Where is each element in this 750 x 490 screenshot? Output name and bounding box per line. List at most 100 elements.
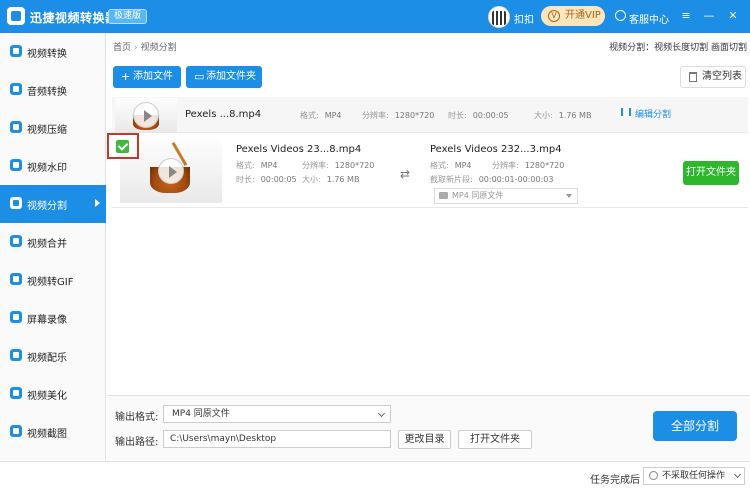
segment-size: 大小: 1.76 MB <box>302 174 359 185</box>
sidebar-item-video-screenshot[interactable]: 视频截图 <box>0 413 106 451</box>
sidebar-item-video-watermark[interactable]: 视频水印 <box>0 147 106 185</box>
clear-list-button[interactable]: 清空列表 <box>680 66 746 88</box>
file-resolution: 分辨率: 1280*720 <box>362 110 434 121</box>
audio-convert-icon <box>10 83 22 95</box>
resolution-value: 1280*720 <box>334 161 375 170</box>
format-value: MP4 <box>260 161 278 170</box>
video-gif-icon <box>10 273 22 285</box>
sidebar-item-video-music[interactable]: 视频配乐 <box>0 337 106 375</box>
chat-icon[interactable] <box>615 10 626 21</box>
user-name[interactable]: 扣扣 <box>514 11 534 26</box>
title-bar: 迅捷视频转换器 极速版 扣扣 V 开通VIP 客服中心 ≡ — ✕ <box>0 0 750 33</box>
file-duration: 时长: 00:00:05 <box>448 110 509 121</box>
duration-label: 时长: <box>236 175 255 184</box>
sidebar-item-label: 音频转换 <box>27 87 67 98</box>
segment-output-name: Pexels Videos 232...3.mp4 <box>430 144 562 155</box>
add-file-button[interactable]: + 添加文件 <box>113 66 181 88</box>
duration-value: 00:00:05 <box>260 175 297 184</box>
output-resolution: 分辨率: 1280*720 <box>492 160 564 171</box>
video-convert-icon <box>10 45 22 57</box>
open-folder-button[interactable]: 打开文件夹 <box>683 161 739 185</box>
play-icon[interactable] <box>158 158 184 184</box>
resolution-label: 分辨率: <box>362 111 389 120</box>
sidebar-item-audio-convert[interactable]: 音频转换 <box>0 71 106 109</box>
segment-row[interactable]: Pexels Videos 23...8.mp4 格式: MP4 分辨率: 1280… <box>112 136 748 208</box>
add-folder-label: 添加文件夹 <box>206 71 256 82</box>
format-label: 格式: <box>300 111 319 120</box>
resolution-value: 1280*720 <box>524 161 565 170</box>
change-directory-button[interactable]: 更改目录 <box>398 430 451 449</box>
clear-list-label: 清空列表 <box>702 71 742 82</box>
sidebar-item-label: 视频美化 <box>27 391 67 402</box>
menu-icon[interactable]: ≡ <box>680 10 692 22</box>
segment-format: 格式: MP4 <box>236 160 278 171</box>
duration-label: 时长: <box>448 111 467 120</box>
file-size: 大小: 1.76 MB <box>534 110 591 121</box>
sidebar-item-label: 视频转换 <box>27 49 67 60</box>
video-compress-icon <box>10 121 22 133</box>
output-settings-panel: 输出格式: MP4 同原文件 输出路径: 更改目录 打开文件夹 全部分割 <box>107 395 750 461</box>
add-folder-button[interactable]: ▭ 添加文件夹 <box>186 66 262 88</box>
sidebar-item-video-compress[interactable]: 视频压缩 <box>0 109 106 147</box>
output-path-input[interactable] <box>163 430 391 448</box>
minimize-icon[interactable]: — <box>703 10 715 22</box>
segment-input-name: Pexels Videos 23...8.mp4 <box>236 144 362 155</box>
video-split-icon <box>10 197 22 209</box>
output-format-label: 输出格式: <box>115 412 159 423</box>
add-file-label: 添加文件 <box>133 71 173 82</box>
split-edit-icon <box>621 108 631 116</box>
output-format-dropdown[interactable]: MP4 同原文件 <box>163 405 391 423</box>
breadcrumb-home[interactable]: 首页 <box>113 43 131 53</box>
split-all-button[interactable]: 全部分割 <box>653 411 737 441</box>
open-output-folder-button[interactable]: 打开文件夹 <box>458 430 532 449</box>
edition-badge: 极速版 <box>108 9 148 24</box>
file-row[interactable]: Pexels ...8.mp4 格式: MP4 分辨率: 1280*720 时长: 0… <box>112 97 748 133</box>
edit-split-label: 编辑分割 <box>635 110 672 120</box>
vip-crown-icon: V <box>548 10 560 22</box>
trash-icon <box>689 72 697 82</box>
vip-label: 开通VIP <box>565 10 601 21</box>
sidebar-item-video-merge[interactable]: 视频合并 <box>0 223 106 261</box>
user-avatar[interactable] <box>488 6 510 28</box>
sidebar-item-video-convert[interactable]: 视频转换 <box>0 33 106 71</box>
play-icon[interactable] <box>133 102 159 128</box>
active-arrow-icon <box>95 199 100 207</box>
edit-split-link[interactable]: 编辑分割 <box>621 107 672 120</box>
sidebar-item-video-beautify[interactable]: 视频美化 <box>0 375 106 413</box>
after-complete-value: 不采取任何操作 <box>662 471 726 481</box>
app-title: 迅捷视频转换器 <box>30 11 118 25</box>
sidebar-item-label: 视频配乐 <box>27 353 67 364</box>
plus-icon: + <box>121 70 131 83</box>
close-icon[interactable]: ✕ <box>727 10 739 22</box>
chevron-down-icon <box>377 409 386 418</box>
breadcrumb-separator: › <box>134 43 138 53</box>
support-center-link[interactable]: 客服中心 <box>629 11 669 26</box>
status-bar: 任务完成后 不采取任何操作 <box>0 461 750 490</box>
video-beautify-icon <box>10 387 22 399</box>
cut-value: 00:00:01-00:00:03 <box>478 175 554 184</box>
after-complete-select[interactable]: 不采取任何操作 <box>643 467 745 485</box>
screen-record-icon <box>10 311 22 323</box>
resolution-value: 1280*720 <box>394 111 435 120</box>
sidebar-item-label: 屏幕录像 <box>27 315 67 326</box>
output-format-select-value: MP4 同原文件 <box>452 191 504 200</box>
size-value: 1.76 MB <box>558 111 592 120</box>
file-thumbnail[interactable] <box>115 98 177 132</box>
resolution-label: 分辨率: <box>492 161 519 170</box>
checkbox-highlight <box>107 133 139 159</box>
segment-duration: 时长: 00:00:05 <box>236 174 297 185</box>
sidebar-item-video-gif[interactable]: 视频转GIF <box>0 261 106 299</box>
open-vip-button[interactable]: V 开通VIP <box>541 6 605 26</box>
output-format-select[interactable]: MP4 同原文件 <box>434 188 578 204</box>
sidebar-item-screen-record[interactable]: 屏幕录像 <box>0 299 106 337</box>
video-camera-icon <box>439 192 448 199</box>
sidebar: 视频转换 音频转换 视频压缩 视频水印 视频分割 视频合并 视频转GIF 屏幕录… <box>0 33 106 461</box>
chevron-down-icon <box>733 470 742 479</box>
format-value: MP4 <box>454 161 472 170</box>
segment-checkbox[interactable] <box>116 140 129 153</box>
output-format: 格式: MP4 <box>430 160 472 171</box>
split-mode-text: 视频分割：视频长度切割 画面切割 <box>609 43 747 53</box>
after-complete-label: 任务完成后 <box>590 475 640 486</box>
sidebar-item-video-split[interactable]: 视频分割 <box>0 185 106 223</box>
format-value: MP4 <box>324 111 342 120</box>
